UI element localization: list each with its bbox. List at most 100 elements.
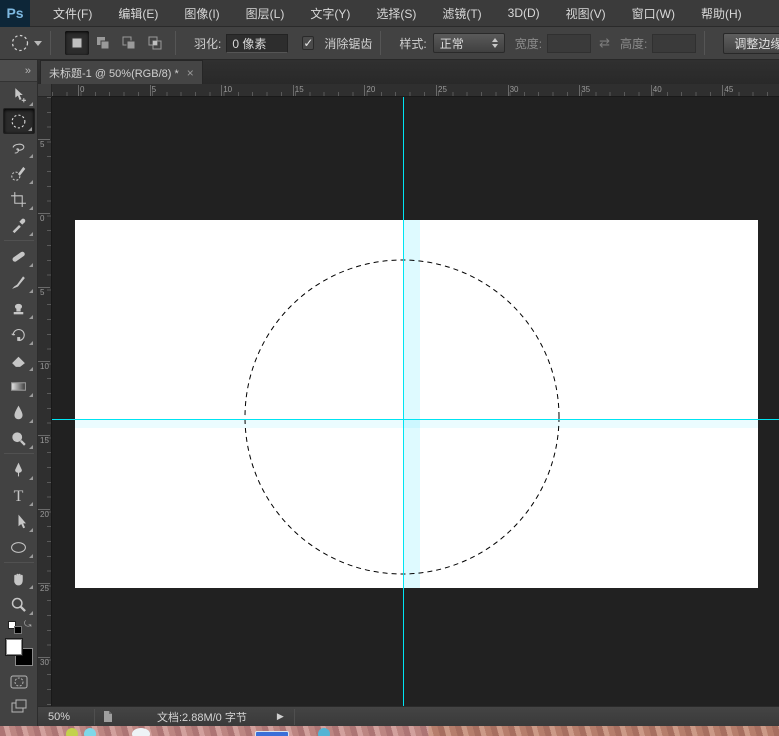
ruler-origin-box[interactable]: [38, 84, 52, 97]
add-to-selection-button[interactable]: [91, 31, 115, 55]
menu-item-10[interactable]: 帮助(H): [688, 0, 755, 26]
svg-text:T: T: [14, 487, 24, 503]
menu-item-6[interactable]: 滤镜(T): [429, 0, 494, 26]
horizontal-ruler[interactable]: 0 5 10 15 20 25 30 35 40 45: [52, 84, 779, 97]
menu-item-3[interactable]: 图层(L): [233, 0, 298, 26]
document-viewport[interactable]: [52, 97, 779, 706]
wallpaper-texture: [0, 726, 779, 736]
close-icon[interactable]: ×: [187, 67, 194, 79]
history-brush-tool[interactable]: [3, 321, 35, 347]
ruler-ticks: [47, 97, 51, 706]
style-label: 样式:: [399, 36, 427, 51]
document-tab[interactable]: 未标题-1 @ 50%(RGB/8) * ×: [40, 60, 203, 84]
screen-mode-button[interactable]: [7, 697, 31, 715]
taskbar-icon[interactable]: [255, 731, 289, 736]
taskbar-icon[interactable]: [318, 728, 330, 736]
zoom-tool[interactable]: [3, 591, 35, 617]
ruler-ticks: [52, 92, 779, 96]
menu-item-5[interactable]: 选择(S): [363, 0, 429, 26]
vruler-label-10: 10: [38, 361, 50, 371]
zoom-level-field[interactable]: 50%: [48, 711, 88, 723]
menu-item-0[interactable]: 文件(F): [40, 0, 105, 26]
menu-item-1[interactable]: 编辑(E): [105, 0, 171, 26]
elliptical-marquee-tool[interactable]: [2, 108, 35, 134]
horizontal-guide[interactable]: [52, 419, 779, 420]
windows-taskbar[interactable]: [0, 726, 779, 736]
foreground-color-swatch[interactable]: [4, 638, 23, 656]
dodge-tool[interactable]: [3, 425, 35, 451]
ellipse-tool[interactable]: [3, 534, 35, 560]
quick-mask-button[interactable]: [7, 673, 31, 691]
menu-item-8[interactable]: 视图(V): [553, 0, 619, 26]
feather-input[interactable]: [226, 33, 289, 53]
feather-label: 羽化:: [194, 36, 222, 51]
status-expand-arrow[interactable]: ▶: [277, 711, 284, 722]
crop-tool[interactable]: [3, 186, 35, 212]
vertical-guide[interactable]: [403, 97, 404, 706]
marquee-icon: [11, 114, 26, 128]
pen-tool[interactable]: [3, 456, 35, 482]
style-select-value: 正常: [439, 36, 464, 51]
document-size-info[interactable]: 文档:2.88M/0 字节: [157, 709, 247, 725]
menu-item-9[interactable]: 窗口(W): [619, 0, 688, 26]
quick-selection-tool[interactable]: [3, 160, 35, 186]
clone-stamp-tool[interactable]: [3, 295, 35, 321]
tool-group-separator: [3, 562, 34, 563]
style-select[interactable]: 正常: [432, 33, 505, 53]
path-selection-tool[interactable]: [3, 508, 35, 534]
hruler-label-15: 15: [292, 85, 304, 96]
vertical-ruler[interactable]: 5 0 5 10 15 20 25 30: [38, 97, 52, 706]
blur-tool[interactable]: [3, 399, 35, 425]
color-swatches: [4, 637, 34, 667]
type-tool[interactable]: T: [3, 482, 35, 508]
blur-icon: [14, 405, 23, 419]
taskbar-icon[interactable]: [132, 728, 150, 736]
intersect-selection-button[interactable]: [143, 31, 167, 55]
separator: [50, 31, 51, 55]
elliptical-marquee-icon: [11, 34, 29, 52]
lasso-tool[interactable]: [3, 134, 35, 160]
eraser-tool[interactable]: [3, 347, 35, 373]
taskbar-icon[interactable]: [66, 728, 78, 736]
move-tool[interactable]: [3, 82, 35, 108]
eyedropper-icon: [12, 218, 26, 233]
crop-icon: [11, 191, 26, 207]
menu-item-4[interactable]: 文字(Y): [297, 0, 363, 26]
eyedropper-tool[interactable]: [3, 212, 35, 238]
width-input[interactable]: [547, 33, 592, 53]
default-swap-colors[interactable]: ⤿: [4, 619, 34, 635]
collapse-panel-button[interactable]: »: [0, 60, 37, 82]
subtract-from-selection-button[interactable]: [117, 31, 141, 55]
swap-dimensions-icon[interactable]: ⇄: [599, 35, 610, 51]
zoom-icon: [11, 597, 26, 612]
vruler-label-25: 25: [38, 583, 50, 593]
menu-item-2[interactable]: 图像(I): [171, 0, 232, 26]
vruler-label-5: 5: [38, 287, 50, 297]
spot-healing-brush-tool[interactable]: [3, 243, 35, 269]
gradient-tool[interactable]: [3, 373, 35, 399]
status-bar: 50% 文档:2.88M/0 字节 ▶: [38, 706, 779, 726]
brush-tool[interactable]: [3, 269, 35, 295]
height-input[interactable]: [652, 33, 697, 53]
menu-bar: Ps 文件(F) 编辑(E) 图像(I) 图层(L) 文字(Y) 选择(S) 滤镜(T) 3D…: [0, 0, 779, 27]
taskbar-icon[interactable]: [84, 728, 96, 736]
screen-mode-icon: [11, 699, 26, 713]
selection-mode-group: [65, 31, 167, 55]
separator: [293, 708, 295, 725]
document-status-icon[interactable]: [101, 710, 115, 724]
hruler-label-20: 20: [364, 85, 376, 96]
pen-icon: [15, 462, 22, 476]
healing-icon: [12, 251, 25, 262]
hand-tool[interactable]: [3, 565, 35, 591]
new-selection-icon: [71, 37, 83, 49]
canvas[interactable]: [75, 220, 758, 588]
refine-edge-button[interactable]: 调整边缘: [723, 32, 779, 54]
hruler-label-10: 10: [221, 85, 233, 96]
hruler-label-0: 0: [77, 85, 85, 96]
menu-item-7[interactable]: 3D(D): [495, 0, 553, 26]
tool-preset-picker[interactable]: [10, 33, 42, 53]
antialias-checkbox[interactable]: ✓: [302, 36, 315, 50]
new-selection-button[interactable]: [65, 31, 89, 55]
history-icon: [11, 328, 25, 341]
gradient-icon: [11, 381, 26, 391]
